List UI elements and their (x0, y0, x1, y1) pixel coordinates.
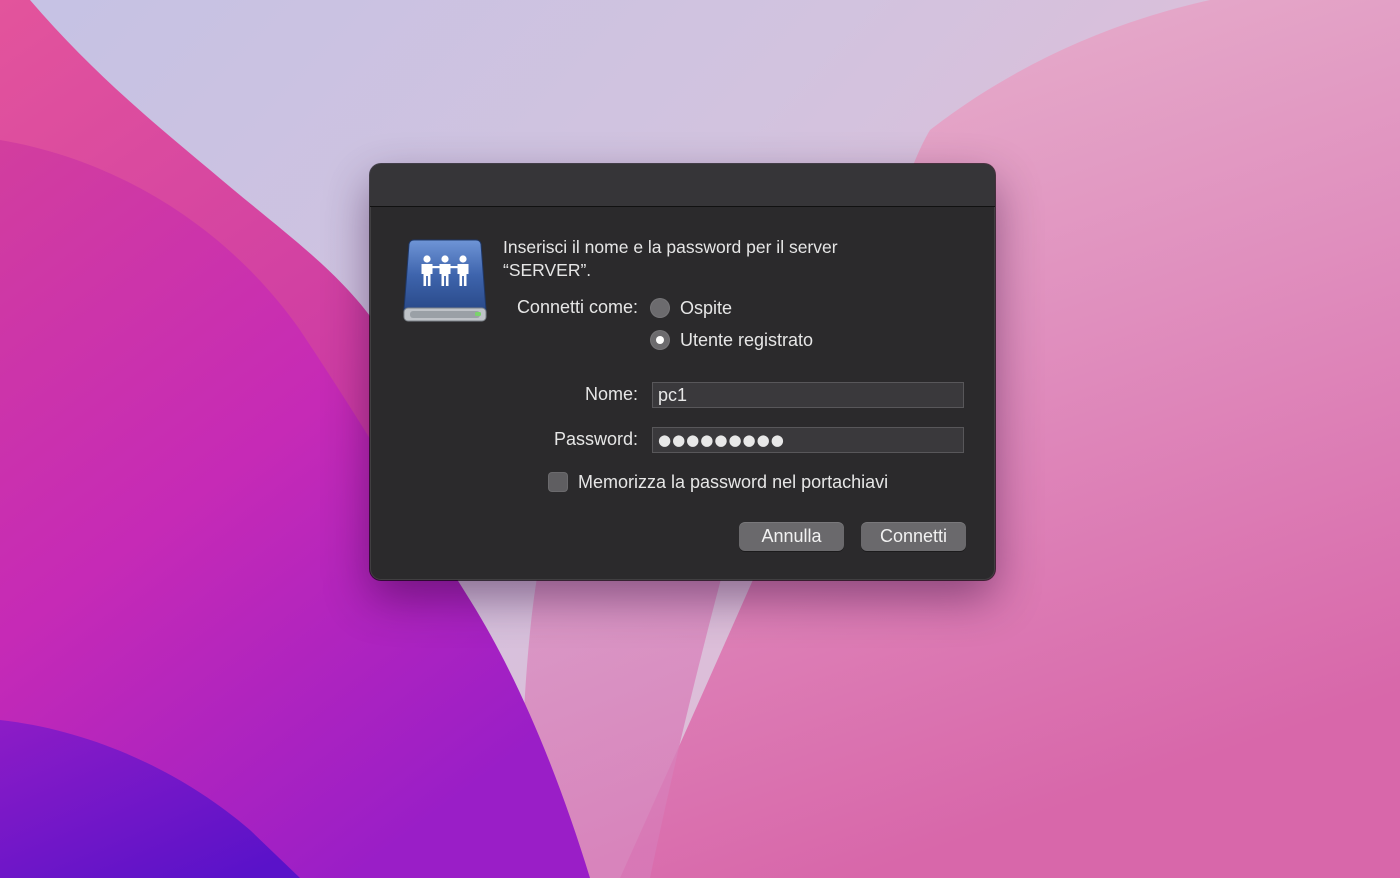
radio-registered-user-label: Utente registrato (680, 329, 814, 350)
connect-as-label: Connetti come: (516, 297, 638, 317)
cancel-button[interactable]: Annulla (739, 522, 844, 551)
network-server-icon (403, 239, 487, 322)
dialog-message: Inserisci il nome e la password per il s… (503, 237, 838, 280)
radio-guest-button[interactable] (650, 298, 670, 318)
login-dialog: Inserisci il nome e la password per il s… (370, 164, 995, 580)
dialog-titlebar[interactable] (370, 164, 995, 207)
remember-password[interactable]: Memorizza la password nel portachiavi (548, 471, 888, 493)
desktop: Inserisci il nome e la password per il s… (0, 0, 1400, 878)
password-field[interactable]: ●●●●●●●●● (652, 427, 964, 453)
password-label: Password: (553, 429, 638, 449)
remember-password-checkbox[interactable] (548, 472, 568, 492)
radio-registered-user[interactable]: Utente registrato (650, 329, 813, 351)
remember-password-label: Memorizza la password nel portachiavi (578, 471, 889, 492)
radio-registered-user-button[interactable] (650, 330, 670, 350)
name-label: Nome: (584, 384, 638, 404)
radio-guest[interactable]: Ospite (650, 297, 732, 319)
radio-guest-label: Ospite (680, 297, 733, 318)
name-field[interactable] (652, 382, 964, 408)
connect-button[interactable]: Connetti (861, 522, 966, 551)
